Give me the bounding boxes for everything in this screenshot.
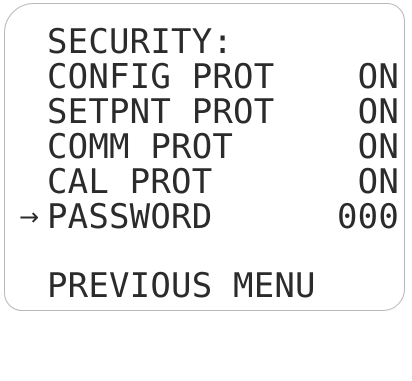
menu-item-value: ON bbox=[357, 127, 399, 167]
menu-item-setpnt-prot[interactable]: SETPNT PROT ON bbox=[47, 94, 399, 130]
menu-item-comm-prot[interactable]: COMM PROT ON bbox=[47, 129, 399, 165]
menu-item-value: ON bbox=[357, 162, 399, 202]
menu-item-cal-prot[interactable]: CAL PROT ON bbox=[47, 164, 399, 200]
menu-item-label: CONFIG PROT bbox=[47, 57, 275, 97]
previous-menu-item[interactable]: PREVIOUS MENU bbox=[47, 268, 399, 304]
previous-menu-label: PREVIOUS MENU bbox=[47, 266, 316, 306]
menu-item-config-prot[interactable]: CONFIG PROT ON bbox=[47, 59, 399, 95]
security-title-text: SECURITY: bbox=[47, 22, 234, 62]
menu-item-value: ON bbox=[357, 57, 399, 97]
lcd-display: SECURITY: CONFIG PROT ON SETPNT PROT ON … bbox=[4, 3, 405, 311]
menu-item-label: CAL PROT bbox=[47, 162, 213, 202]
menu-item-value: 000 bbox=[336, 197, 399, 237]
menu-item-value: ON bbox=[357, 92, 399, 132]
menu-item-label: COMM PROT bbox=[47, 127, 234, 167]
menu-item-label: SETPNT PROT bbox=[47, 92, 275, 132]
menu-item-label: PASSWORD bbox=[47, 197, 213, 237]
security-title: SECURITY: bbox=[47, 24, 399, 60]
selection-arrow-icon: → bbox=[19, 203, 40, 231]
menu-item-password[interactable]: → PASSWORD 000 bbox=[19, 197, 399, 237]
